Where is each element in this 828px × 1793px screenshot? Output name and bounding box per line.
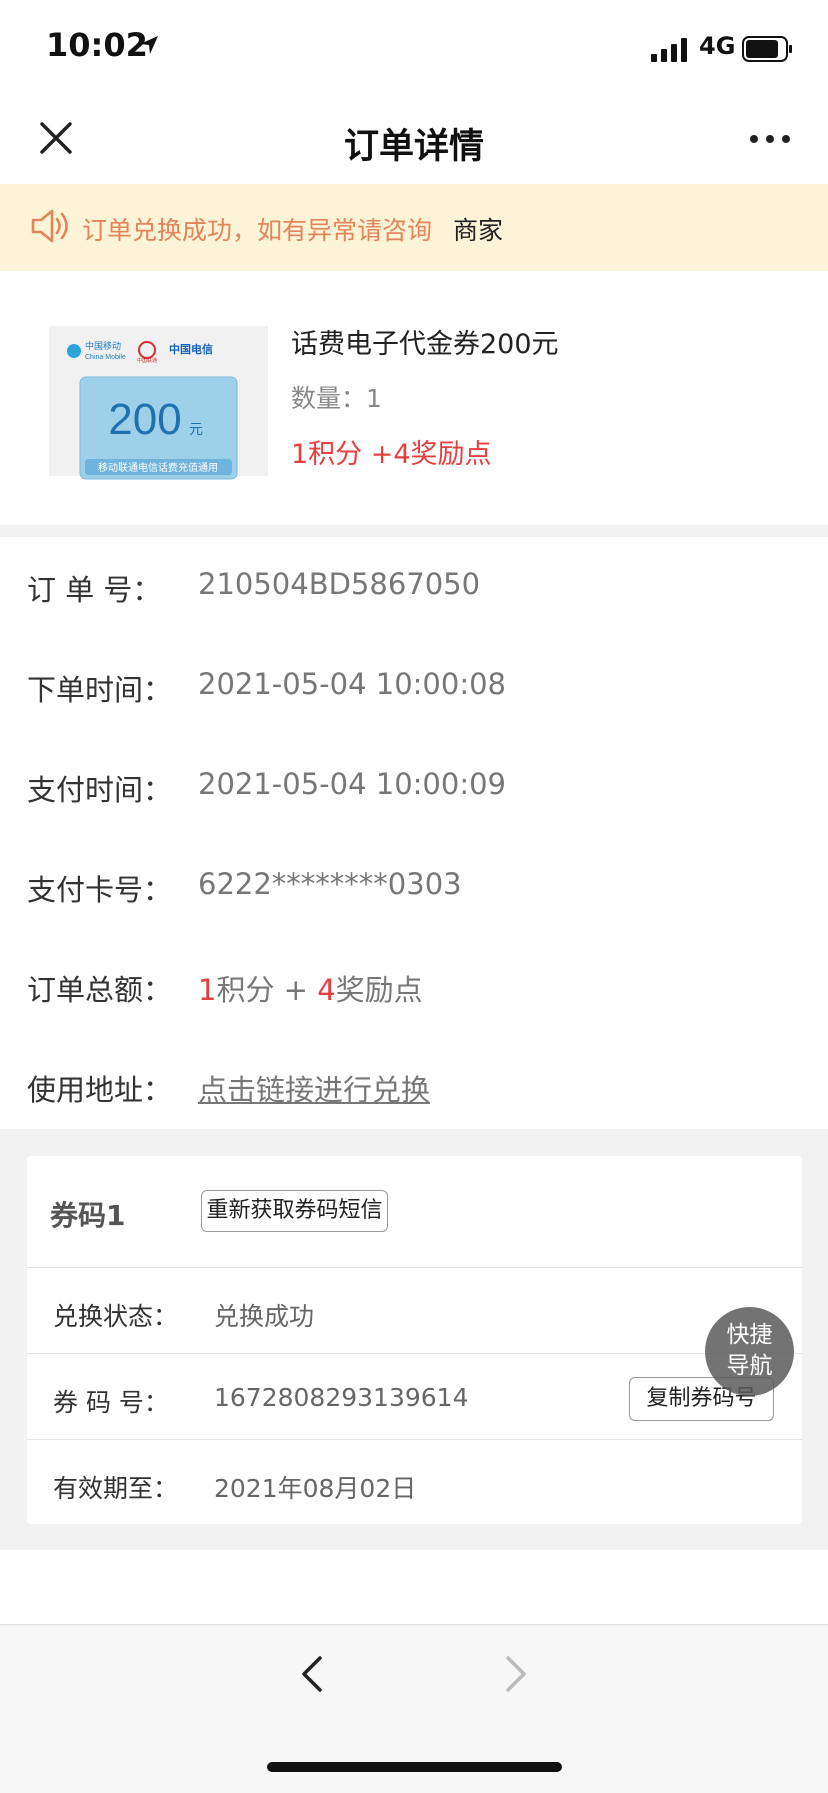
product-quantity: 数量：1 — [291, 379, 382, 415]
total-reward-unit: 奖励点 — [335, 973, 423, 1007]
total-points-unit: 积分 + — [216, 973, 318, 1007]
order-total-label: 订单总额： — [27, 973, 173, 1007]
order-total-row: 订单总额： 1积分 + 4奖励点 — [0, 937, 828, 1038]
svg-text:200: 200 — [108, 395, 181, 444]
battery-icon — [742, 36, 794, 66]
use-address-row: 使用地址： 点击链接进行兑换 — [0, 1037, 828, 1129]
order-total-value: 1积分 + 4奖励点 — [198, 967, 423, 1009]
expiry-value: 2021年08月02日 — [214, 1474, 417, 1503]
product-thumbnail: 中国移动 China Mobile 中国联通 中国电信 200 元 移动联通电信… — [49, 304, 268, 522]
order-number-value: 210504BD5867050 — [198, 567, 481, 601]
total-points: 1 — [198, 973, 217, 1007]
svg-text:元: 元 — [189, 421, 203, 437]
back-arrow-icon[interactable] — [296, 1654, 328, 1698]
quantity-label: 数量： — [291, 384, 367, 413]
pay-card-value: 6222********0303 — [198, 867, 462, 901]
svg-text:中国移动: 中国移动 — [85, 340, 121, 351]
svg-text:中国联通: 中国联通 — [137, 357, 157, 364]
section-divider — [0, 525, 828, 537]
signal-bars-icon — [651, 38, 691, 66]
order-time-row: 下单时间： 2021-05-04 10:00:08 — [0, 637, 828, 738]
pay-card-label: 支付卡号： — [27, 873, 173, 907]
home-indicator[interactable] — [267, 1762, 562, 1772]
pay-card-row: 支付卡号： 6222********0303 — [0, 837, 828, 938]
order-number-row: 订 单 号： 210504BD5867050 — [0, 537, 828, 638]
redeem-link[interactable]: 点击链接进行兑换 — [198, 1067, 430, 1109]
merchant-link[interactable]: 商家 — [453, 211, 503, 247]
status-time: 10:02 — [46, 26, 148, 64]
svg-text:移动联通电信话费充值通用: 移动联通电信话费充值通用 — [98, 461, 218, 474]
speaker-icon — [30, 206, 72, 250]
coupon-code-value: 1672808293139614 — [214, 1383, 469, 1412]
svg-text:China Mobile: China Mobile — [85, 354, 126, 361]
redeem-status-value: 兑换成功 — [214, 1302, 315, 1331]
quick-nav-line1: 快捷 — [726, 1322, 773, 1348]
resend-sms-button[interactable]: 重新获取券码短信 — [201, 1190, 388, 1232]
order-number-label: 订 单 号： — [27, 573, 162, 607]
page-title: 订单详情 — [343, 127, 484, 167]
order-time-label: 下单时间： — [27, 673, 173, 707]
location-arrow-icon — [138, 34, 160, 60]
banner-text: 订单兑换成功，如有异常请咨询 — [82, 216, 433, 245]
quantity-value: 1 — [366, 384, 382, 413]
redeem-status-label: 兑换状态： — [53, 1302, 179, 1331]
network-type: 4G — [699, 32, 736, 60]
pay-time-value: 2021-05-04 10:00:09 — [198, 767, 506, 801]
quick-nav-button[interactable]: 快捷 导航 — [705, 1307, 794, 1396]
use-address-label: 使用地址： — [27, 1073, 173, 1107]
product-price: 1积分 +4奖励点 — [291, 439, 492, 470]
product-name: 话费电子代金券200元 — [291, 329, 559, 360]
pay-time-label: 支付时间： — [27, 773, 173, 807]
total-reward: 4 — [317, 973, 336, 1007]
coupon-title: 券码1 — [50, 1199, 126, 1232]
divider — [27, 1267, 802, 1268]
forward-arrow-icon[interactable] — [500, 1654, 532, 1698]
more-options-icon[interactable] — [748, 124, 792, 154]
svg-text:中国电信: 中国电信 — [169, 342, 213, 356]
pay-time-row: 支付时间： 2021-05-04 10:00:09 — [0, 737, 828, 838]
coupon-code-label: 券 码 号： — [53, 1388, 169, 1417]
expiry-label: 有效期至： — [53, 1474, 179, 1503]
order-time-value: 2021-05-04 10:00:08 — [198, 667, 506, 701]
quick-nav-line2: 导航 — [726, 1353, 773, 1379]
divider — [27, 1353, 802, 1354]
divider — [27, 1439, 802, 1440]
